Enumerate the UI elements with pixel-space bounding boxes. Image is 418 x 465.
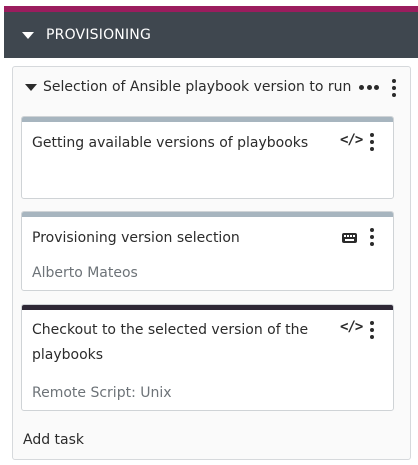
more-horizontal-icon[interactable] — [359, 83, 379, 91]
task-type: Remote Script: Unix — [32, 385, 172, 401]
task-title-line-2: playbooks — [32, 347, 104, 363]
section-header-provisioning[interactable]: PROVISIONING — [4, 12, 418, 58]
task-status-bar — [22, 212, 393, 217]
task-assignee: Alberto Mateos — [32, 265, 138, 281]
code-icon: </> — [340, 132, 363, 148]
task-card[interactable]: Getting available versions of playbooks … — [21, 116, 394, 199]
code-icon: </> — [340, 319, 363, 335]
task-card[interactable]: Provisioning version selection Alberto M… — [21, 211, 394, 291]
task-menu-icon[interactable] — [369, 133, 375, 151]
task-group: Selection of Ansible playbook version to… — [12, 66, 411, 460]
section-title: PROVISIONING — [46, 27, 152, 43]
task-status-bar — [22, 117, 393, 122]
group-menu-icon[interactable] — [391, 79, 397, 97]
caret-down-icon — [22, 31, 34, 39]
keyboard-icon — [342, 233, 357, 243]
task-card[interactable]: Checkout to the selected version of the … — [21, 304, 394, 411]
task-menu-icon[interactable] — [369, 321, 375, 339]
task-title: Getting available versions of playbooks — [32, 135, 309, 151]
group-header[interactable]: Selection of Ansible playbook version to… — [13, 67, 410, 107]
provisioning-panel: PROVISIONING Selection of Ansible playbo… — [4, 6, 418, 465]
task-title: Provisioning version selection — [32, 230, 240, 246]
task-title-line-1: Checkout to the selected version of the — [32, 322, 309, 338]
group-title: Selection of Ansible playbook version to… — [43, 79, 352, 95]
caret-down-icon — [25, 83, 37, 91]
add-task-link[interactable]: Add task — [23, 432, 84, 448]
task-status-bar — [22, 305, 393, 310]
task-menu-icon[interactable] — [369, 228, 375, 246]
